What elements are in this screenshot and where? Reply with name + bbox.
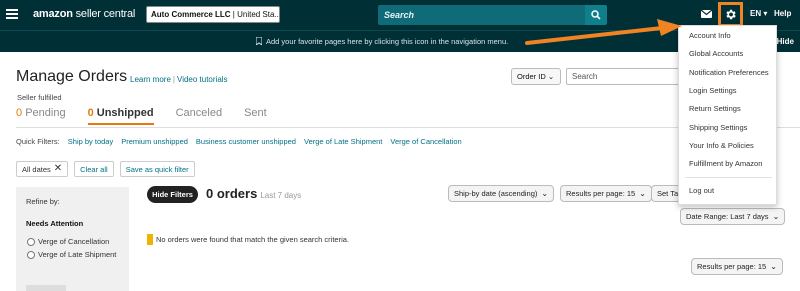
quick-filter-business-unshipped[interactable]: Business customer unshipped	[196, 137, 296, 146]
settings-dropdown-menu: Account Info Global Accounts Notificatio…	[678, 25, 777, 205]
help-link[interactable]: Help	[774, 9, 791, 18]
tab-pending[interactable]: 0 Pending	[16, 107, 66, 125]
menu-item-notification-preferences[interactable]: Notification Preferences	[689, 68, 769, 77]
radio-verge-late-shipment[interactable]: Verge of Late Shipment	[27, 250, 117, 260]
quick-filter-ship-by-today[interactable]: Ship by today	[68, 137, 113, 146]
page-title: Manage Orders	[16, 68, 128, 85]
gear-icon	[726, 9, 736, 20]
quick-filter-premium-unshipped[interactable]: Premium unshipped	[121, 137, 188, 146]
quick-filters: Quick Filters: Ship by today Premium uns…	[16, 137, 462, 146]
menu-item-account-info[interactable]: Account Info	[689, 31, 731, 40]
tab-label: Pending	[25, 107, 66, 119]
orders-period: Last 7 days	[260, 191, 302, 200]
tab-count: 0	[16, 107, 23, 119]
logo-product: seller central	[72, 8, 136, 20]
quick-filters-label: Quick Filters:	[16, 137, 60, 146]
search-button[interactable]	[585, 5, 607, 25]
date-range-select[interactable]: Date Range: Last 7 days	[680, 208, 786, 225]
menu-item-fulfillment-by-amazon[interactable]: Fulfillment by Amazon	[689, 159, 762, 168]
tab-sent[interactable]: Sent	[244, 107, 267, 125]
tab-count: 0	[87, 107, 94, 119]
page-subtitle: Seller fulfilled	[17, 93, 62, 102]
order-id-select[interactable]: Order ID ⌄	[511, 68, 561, 85]
orders-count-value: 0 orders	[206, 186, 258, 201]
empty-state-message: No orders were found that match the give…	[147, 234, 349, 245]
logo-brand: amazon	[33, 8, 73, 20]
radio-label: Verge of Late Shipment	[38, 250, 117, 259]
hide-filters-button[interactable]: Hide Filters	[147, 186, 198, 203]
menu-item-shipping-settings[interactable]: Shipping Settings	[689, 123, 747, 132]
search-icon	[591, 10, 601, 20]
refine-by-label: Refine by:	[26, 197, 60, 206]
account-name: Auto Commerce LLC	[151, 10, 231, 19]
empty-state-text: No orders were found that match the give…	[156, 235, 350, 244]
bookmark-icon	[255, 36, 263, 46]
learn-more-link[interactable]: Learn more	[130, 75, 171, 84]
order-search-input[interactable]: Search	[566, 68, 680, 85]
quick-filter-verge-cancellation[interactable]: Verge of Cancellation	[390, 137, 461, 146]
results-per-page-bottom-select[interactable]: Results per page: 15	[691, 258, 783, 275]
results-per-page-select[interactable]: Results per page: 15	[560, 185, 652, 202]
hamburger-menu-icon[interactable]	[6, 9, 18, 19]
set-table-label: Set Ta	[657, 189, 679, 198]
radio-verge-cancellation[interactable]: Verge of Cancellation	[27, 237, 109, 247]
save-quick-filter-button[interactable]: Save as quick filter	[119, 161, 195, 177]
language-label: EN	[750, 9, 762, 18]
radio-button[interactable]	[27, 251, 35, 259]
video-tutorials-link[interactable]: Video tutorials	[177, 75, 228, 84]
filter-chip-label: All dates	[22, 164, 51, 174]
chevron-down-icon: ⌄	[547, 72, 555, 81]
favorites-hint: Add your favorite pages here by clicking…	[255, 36, 509, 46]
quick-filter-verge-late-shipment[interactable]: Verge of Late Shipment	[304, 137, 382, 146]
orders-count: 0 orders Last 7 days	[206, 186, 301, 201]
tab-label: Unshipped	[96, 107, 154, 119]
order-status-tabs: 0 Pending 0 Unshipped Canceled Sent	[16, 107, 289, 125]
language-selector[interactable]: EN ▾	[750, 9, 767, 18]
clear-all-button[interactable]: Clear all	[74, 161, 114, 177]
global-search-input[interactable]: Search	[378, 5, 585, 25]
tab-canceled[interactable]: Canceled	[176, 107, 222, 125]
radio-label: Verge of Cancellation	[38, 237, 110, 246]
menu-item-your-info-policies[interactable]: Your Info & Policies	[689, 141, 754, 150]
menu-divider	[685, 177, 772, 178]
filter-chip-all-dates[interactable]: All dates ✕	[16, 161, 69, 177]
help-links: Learn more | Video tutorials	[130, 75, 228, 84]
close-icon[interactable]: ✕	[54, 164, 62, 174]
needs-attention-heading: Needs Attention	[26, 219, 84, 228]
settings-button[interactable]	[718, 2, 743, 27]
mail-icon[interactable]	[701, 10, 712, 18]
tab-unshipped[interactable]: 0 Unshipped	[87, 107, 154, 125]
seller-central-logo[interactable]: amazon seller central	[33, 8, 135, 20]
active-filters: All dates ✕ Clear all Save as quick filte…	[16, 161, 195, 177]
menu-item-return-settings[interactable]: Return Settings	[689, 104, 741, 113]
refine-sidebar: Refine by: Needs Attention Verge of Canc…	[16, 187, 129, 291]
truncated-sidebar-heading	[26, 285, 66, 291]
menu-item-global-accounts[interactable]: Global Accounts	[689, 49, 743, 58]
menu-item-log-out[interactable]: Log out	[689, 186, 714, 195]
favorites-hint-text: Add your favorite pages here by clicking…	[266, 37, 509, 46]
menu-item-login-settings[interactable]: Login Settings	[689, 86, 737, 95]
warning-icon	[147, 234, 153, 245]
account-switcher[interactable]: Auto Commerce LLC | United Sta...	[146, 6, 280, 23]
sort-select[interactable]: Ship-by date (ascending)	[448, 185, 555, 202]
hide-favorites-button[interactable]: Hide	[777, 37, 794, 46]
radio-button[interactable]	[27, 238, 35, 246]
order-id-label: Order ID	[517, 72, 546, 81]
account-market: | United Sta...	[230, 10, 280, 19]
